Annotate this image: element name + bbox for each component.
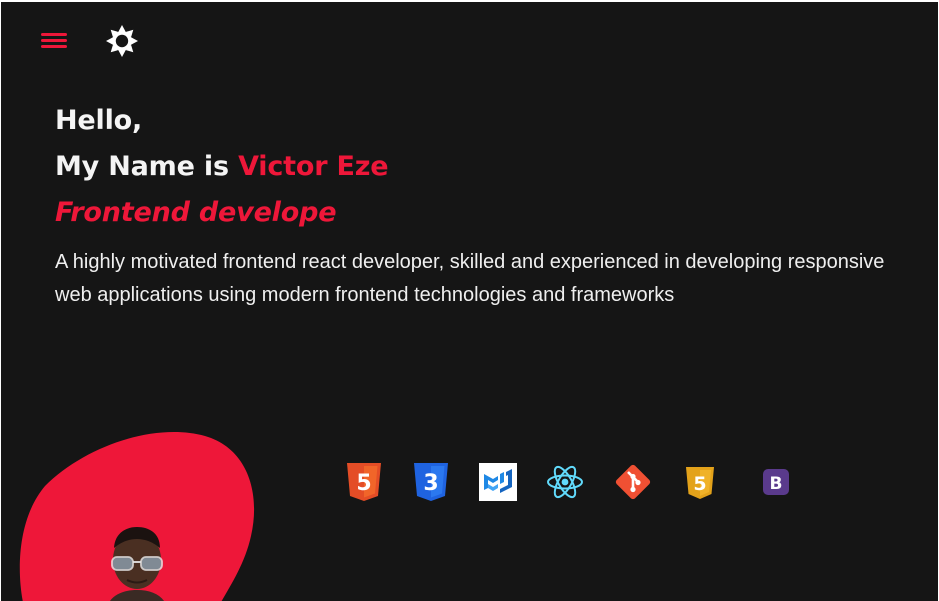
greeting-heading: Hello, bbox=[55, 105, 143, 136]
javascript-icon: 5 bbox=[686, 467, 714, 499]
theme-toggle-button[interactable] bbox=[105, 24, 139, 58]
tech-stack-icons: 5 3 5 B bbox=[344, 462, 804, 506]
hamburger-menu-button[interactable] bbox=[41, 30, 69, 54]
html5-icon: 5 bbox=[347, 463, 381, 501]
developer-name: Victor Eze bbox=[238, 151, 389, 182]
bootstrap-icon: B bbox=[763, 469, 789, 495]
svg-text:5: 5 bbox=[693, 473, 706, 495]
role-heading: Frontend develope bbox=[55, 197, 337, 228]
css3-icon: 3 bbox=[414, 463, 448, 501]
hero-description: A highly motivated frontend react develo… bbox=[55, 251, 885, 306]
name-heading: My Name is Victor Eze bbox=[55, 144, 915, 190]
sun-icon bbox=[106, 25, 138, 57]
hamburger-menu-icon bbox=[41, 33, 69, 48]
hero-section: Hello, My Name is Victor Eze Frontend de… bbox=[55, 98, 915, 312]
profile-avatar bbox=[97, 524, 177, 601]
react-icon bbox=[547, 465, 583, 499]
svg-text:5: 5 bbox=[356, 471, 371, 496]
git-icon bbox=[615, 464, 651, 500]
menu-bar bbox=[41, 33, 67, 36]
mui-icon bbox=[479, 463, 517, 501]
menu-bar bbox=[41, 39, 67, 42]
menu-bar bbox=[41, 45, 67, 48]
svg-text:3: 3 bbox=[423, 471, 438, 496]
name-prefix: My Name is bbox=[55, 151, 239, 182]
svg-text:B: B bbox=[770, 474, 783, 494]
app-window: Hello, My Name is Victor Eze Frontend de… bbox=[1, 2, 938, 601]
